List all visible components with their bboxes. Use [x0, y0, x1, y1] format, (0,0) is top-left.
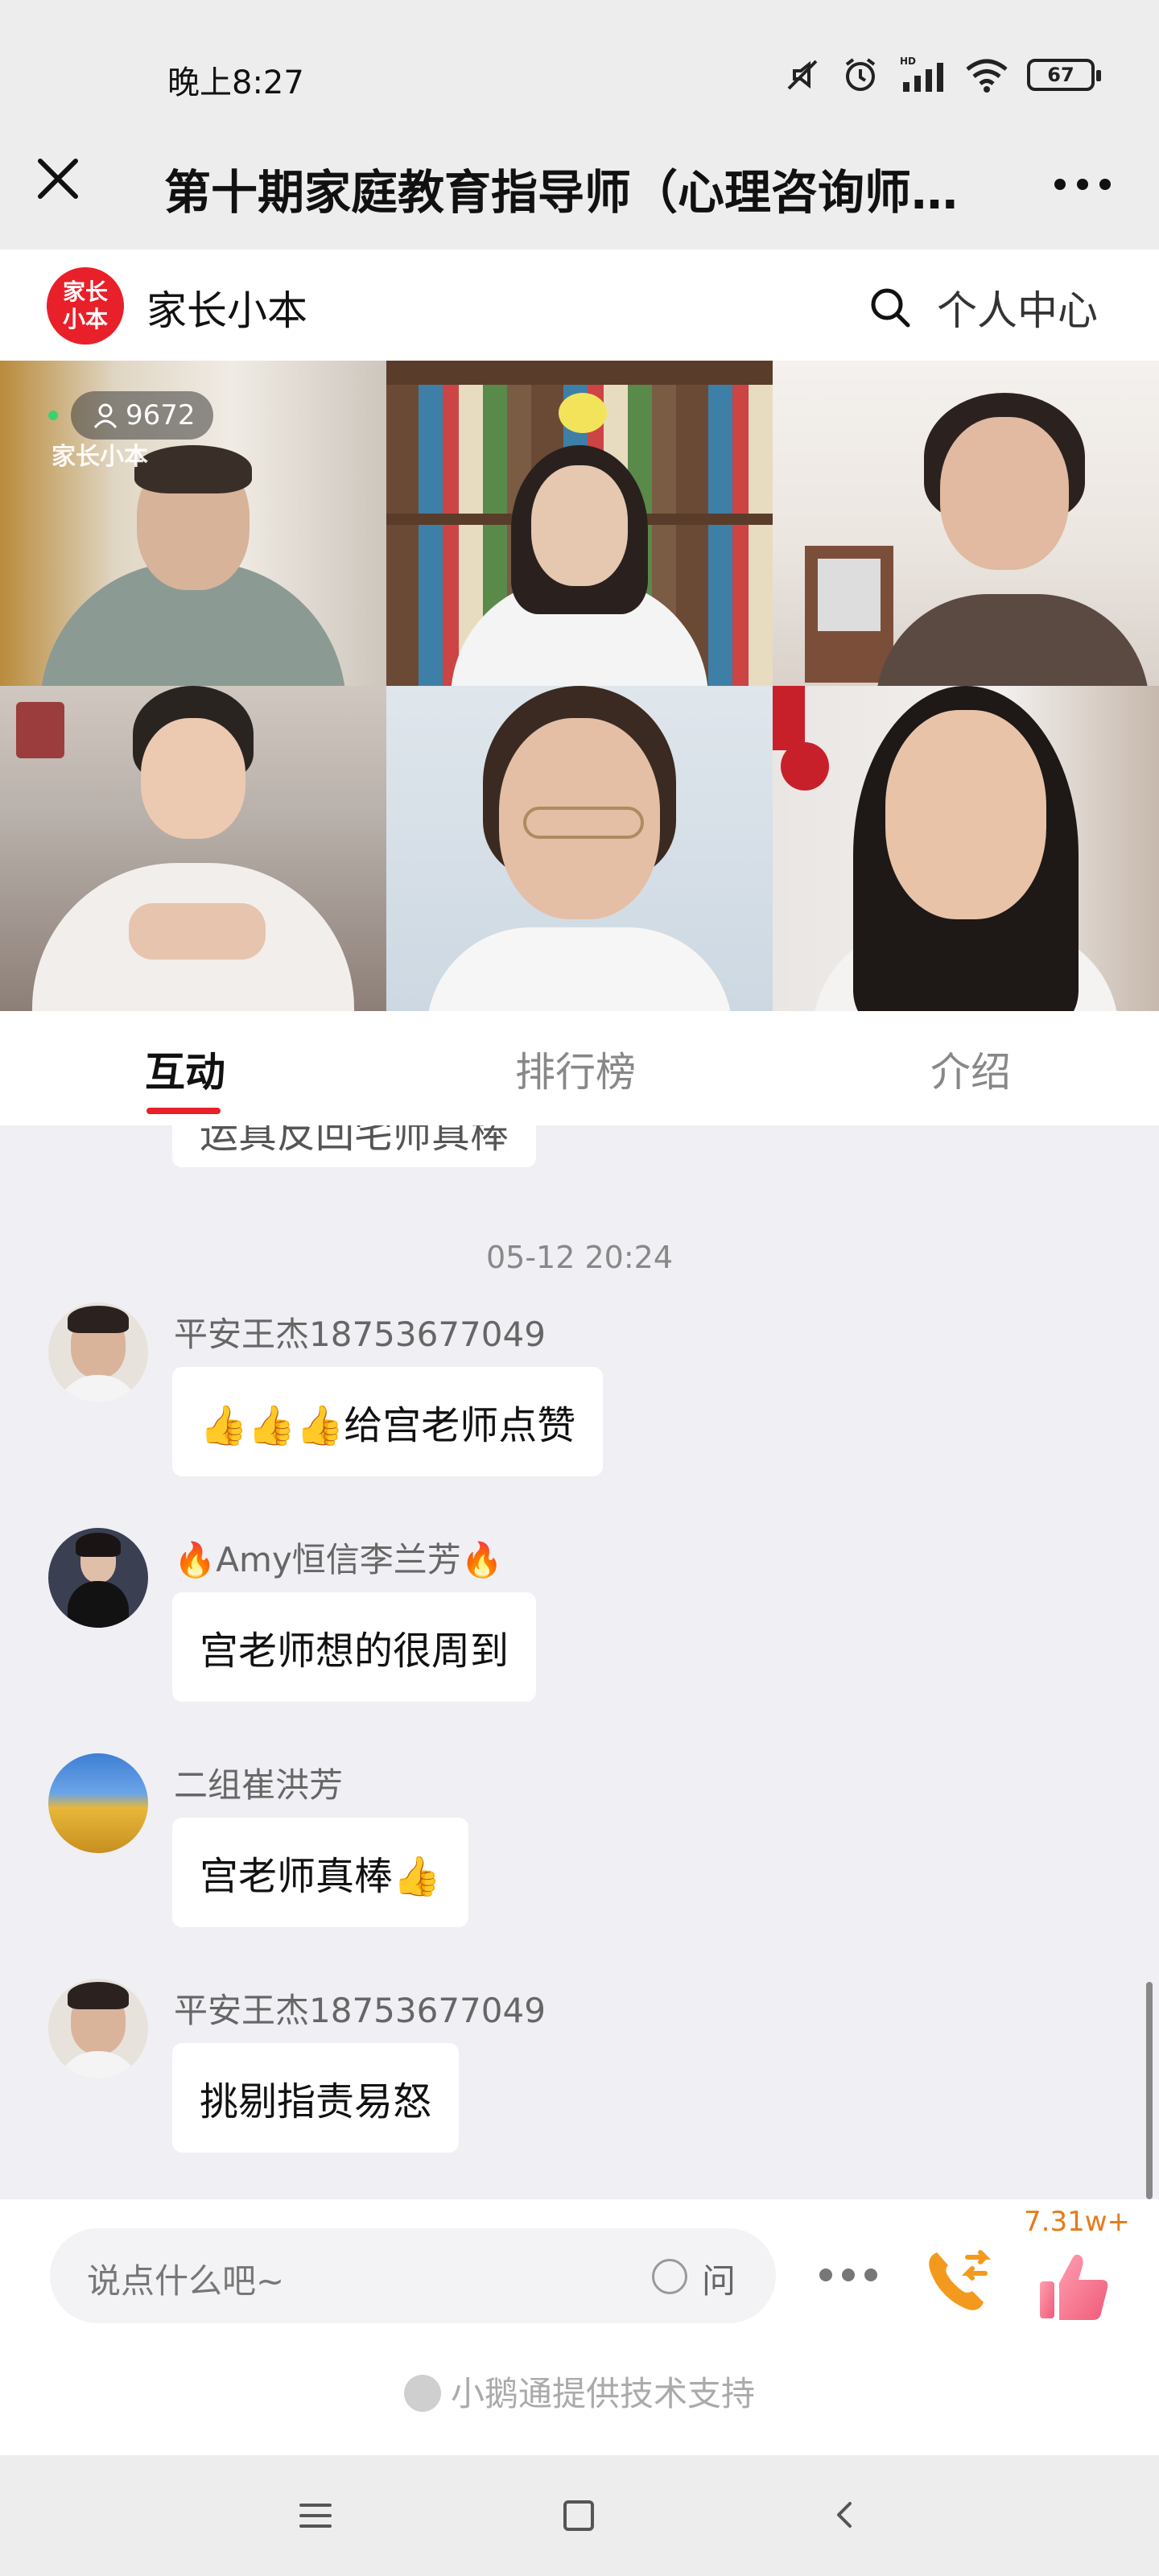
page-title: 第十期家庭教育指导师（心理咨询师… [164, 165, 959, 220]
user-avatar[interactable] [48, 1302, 148, 1402]
chat-bubble-partial: 运真反回宅师真棒 [172, 1125, 537, 1167]
personal-center-link[interactable]: 个人中心 [937, 279, 1098, 336]
home-icon[interactable] [563, 2500, 594, 2531]
viewer-count: 9672 [126, 399, 196, 431]
video-tile-2[interactable] [386, 361, 773, 686]
chat-message: 👍👍👍给宫老师点赞 [172, 1367, 604, 1476]
xiaoetong-logo-icon [403, 2374, 441, 2412]
svg-text:HD: HD [900, 56, 916, 67]
comment-input[interactable]: 说点什么吧~ 问 [50, 2228, 776, 2323]
more-actions-icon[interactable] [819, 2268, 877, 2281]
video-watermark: 家长小本 [52, 443, 148, 471]
like-count: 7.31w+ [1024, 2206, 1130, 2238]
user-icon [93, 403, 118, 428]
signal-icon: HD [900, 56, 943, 92]
battery-icon: 67 [1027, 59, 1101, 91]
live-dot [48, 411, 58, 420]
user-avatar[interactable] [48, 1753, 148, 1853]
chat-username: 二组崔洪芳 [174, 1765, 344, 1805]
video-tile-4[interactable] [0, 686, 386, 1011]
title-bar: 第十期家庭教育指导师（心理咨询师… [0, 121, 1159, 250]
video-grid: 9672 家长小本 [0, 361, 1159, 1011]
app-header: 家长 小本 家长小本 个人中心 [0, 250, 1159, 361]
video-tile-1[interactable]: 9672 家长小本 [0, 361, 386, 686]
alarm-icon [845, 58, 876, 91]
chat-message: 宫老师想的很周到 [172, 1592, 537, 1702]
tech-support-footer: 小鹅通提供技术支持 [0, 2367, 1159, 2416]
chat-message: 宫老师真棒👍 [172, 1818, 468, 1927]
bottom-bar: 说点什么吧~ 问 7.31w+ 小鹅通提供技术支持 [0, 2199, 1159, 2455]
chat-area[interactable]: 运真反回宅师真棒 05-12 20:24 平安王杰18753677049 👍👍👍… [0, 1125, 1159, 2199]
chat-message: 挑剔指责易怒 [172, 2043, 460, 2153]
ask-question-label: 问 [702, 2261, 736, 2301]
user-avatar[interactable] [48, 1528, 148, 1628]
tab-interaction[interactable]: 互动 [145, 1040, 225, 1098]
video-tile-6[interactable] [773, 686, 1159, 1011]
tech-support-text: 小鹅通提供技术支持 [450, 2374, 755, 2413]
tab-ranking[interactable]: 排行榜 [515, 1040, 636, 1098]
tab-bar: 互动 排行榜 介绍 [0, 1011, 1159, 1125]
viewer-count-badge: 9672 [71, 391, 213, 440]
wifi-icon [966, 59, 1008, 93]
mute-icon [787, 60, 818, 90]
active-tab-indicator [146, 1108, 221, 1114]
search-icon[interactable] [868, 285, 913, 330]
chat-timestamp: 05-12 20:24 [485, 1240, 673, 1275]
chat-scrollbar[interactable] [1146, 1982, 1153, 2199]
chat-username: 🔥Amy恒信李兰芳🔥 [174, 1540, 504, 1579]
user-avatar[interactable] [48, 1979, 148, 2079]
recent-apps-icon[interactable] [299, 2504, 332, 2528]
status-time: 晚上8:27 [167, 64, 304, 101]
chat-username: 平安王杰18753677049 [174, 1315, 546, 1354]
back-icon[interactable] [829, 2499, 861, 2531]
system-nav-bar [0, 2455, 1159, 2576]
close-icon[interactable] [32, 153, 84, 204]
ask-question-toggle[interactable] [652, 2259, 687, 2294]
more-menu-icon[interactable] [1054, 179, 1111, 190]
app-logo: 家长 小本 [47, 267, 124, 345]
app-name: 家长小本 [146, 287, 307, 334]
thumbs-up-icon[interactable] [1033, 2246, 1114, 2326]
battery-level: 67 [1047, 64, 1074, 86]
status-bar: 晚上8:27 HD 67 [0, 0, 1159, 121]
tab-introduction[interactable]: 介绍 [930, 1040, 1011, 1098]
comment-placeholder: 说点什么吧~ [87, 2261, 285, 2301]
chat-username: 平安王杰18753677049 [174, 1991, 546, 2030]
phone-call-icon[interactable] [919, 2241, 1000, 2322]
video-tile-5[interactable] [386, 686, 773, 1011]
status-icons: HD 67 [782, 55, 1101, 95]
video-tile-3[interactable] [773, 361, 1159, 686]
